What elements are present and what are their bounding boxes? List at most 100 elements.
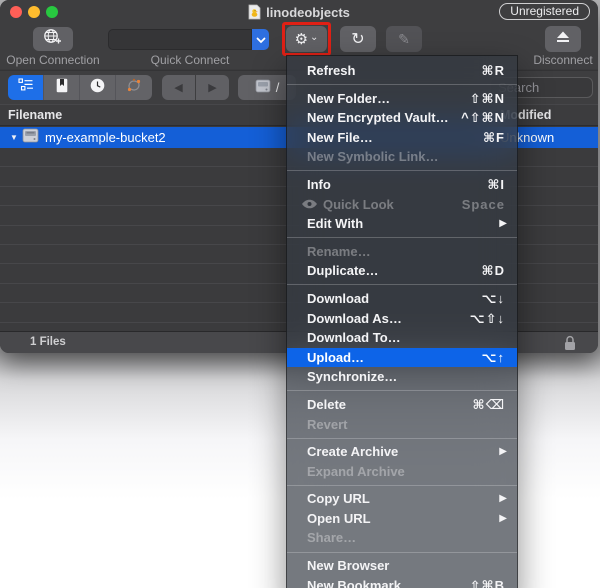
menu-item-shortcut: ⌥↓ xyxy=(481,290,505,306)
clock-icon xyxy=(90,78,105,98)
action-gear-button[interactable]: ⚙ ⌄ xyxy=(286,26,327,52)
menu-item-shortcut: ⌥↑ xyxy=(481,349,505,365)
globe-plus-icon xyxy=(42,28,64,50)
menu-separator xyxy=(287,390,517,392)
menu-item-share: Share… xyxy=(287,528,517,548)
menu-item-copy-url[interactable]: Copy URL ▶ xyxy=(287,489,517,509)
menu-item-quick-look: Quick Look Space xyxy=(287,195,517,215)
menu-item-label: Duplicate… xyxy=(307,263,379,279)
bonjour-segment[interactable] xyxy=(116,75,152,100)
menu-separator xyxy=(287,484,517,486)
menu-item-download-as[interactable]: Download As… ⌥⇧↓ xyxy=(287,309,517,329)
refresh-button[interactable]: ↻ xyxy=(340,26,376,52)
menu-item-delete[interactable]: Delete ⌘⌫ xyxy=(287,395,517,415)
menu-separator xyxy=(287,284,517,286)
menu-item-label: Delete xyxy=(307,396,347,412)
menu-item-edit-with[interactable]: Edit With ▶ xyxy=(287,214,517,234)
menu-item-label: Share… xyxy=(307,530,357,546)
menu-item-refresh[interactable]: Refresh ⌘R xyxy=(287,61,517,81)
menu-item-label: New Browser xyxy=(307,558,390,574)
edit-button[interactable]: ✎ xyxy=(386,26,422,52)
menu-separator xyxy=(287,437,517,439)
eject-icon xyxy=(554,30,572,49)
menu-item-label: New Encrypted Vault… xyxy=(307,110,449,126)
bookmarks-segment[interactable] xyxy=(44,75,80,100)
menu-separator xyxy=(287,551,517,553)
bonjour-sync-icon xyxy=(126,78,142,98)
disconnect-button[interactable] xyxy=(545,26,581,52)
bucket-drive-icon xyxy=(22,128,39,148)
history-segment[interactable] xyxy=(80,75,116,100)
menu-item-label: New Symbolic Link… xyxy=(307,149,439,165)
title-bar: linodeobjects Unregistered xyxy=(0,0,598,24)
menu-item-revert: Revert xyxy=(287,415,517,435)
submenu-arrow-icon: ▶ xyxy=(499,218,507,230)
menu-separator xyxy=(287,84,517,86)
refresh-icon: ↻ xyxy=(351,31,365,48)
menu-item-label: Download As… xyxy=(307,310,402,326)
eye-icon xyxy=(301,199,318,209)
menu-item-label: Refresh xyxy=(307,63,356,78)
menu-separator xyxy=(287,237,517,239)
drive-icon xyxy=(255,79,271,96)
menu-item-new-browser[interactable]: New Browser xyxy=(287,556,517,576)
quick-connect-input[interactable] xyxy=(108,29,252,50)
view-segmented-control xyxy=(8,75,152,100)
menu-item-label: Rename… xyxy=(307,243,371,259)
menu-item-shortcut: ⌘R xyxy=(481,63,505,78)
menu-item-new-file[interactable]: New File… ⌘F xyxy=(287,128,517,148)
menu-item-new-folder[interactable]: New Folder… ⇧⌘N xyxy=(287,89,517,109)
menu-item-new-encrypted-vault[interactable]: New Encrypted Vault… ^⇧⌘N xyxy=(287,108,517,128)
disconnect-label: Disconnect xyxy=(533,53,593,67)
menu-item-shortcut: ⌘I xyxy=(487,176,505,192)
back-button[interactable]: ◀ xyxy=(162,75,195,100)
menu-item-info[interactable]: Info ⌘I xyxy=(287,175,517,195)
bucket-name: my-example-bucket2 xyxy=(45,130,166,145)
menu-item-open-url[interactable]: Open URL ▶ xyxy=(287,509,517,529)
menu-item-new-bookmark[interactable]: New Bookmark ⇧⌘B xyxy=(287,576,517,588)
menu-item-create-archive[interactable]: Create Archive ▶ xyxy=(287,442,517,462)
unregistered-badge[interactable]: Unregistered xyxy=(499,3,590,20)
lock-icon xyxy=(563,335,577,353)
menu-item-duplicate[interactable]: Duplicate… ⌘D xyxy=(287,261,517,281)
menu-item-upload[interactable]: Upload… ⌥↑ xyxy=(287,347,517,368)
bookmark-icon xyxy=(56,78,68,98)
quick-connect-dropdown-button[interactable] xyxy=(252,29,269,50)
menu-item-label: Edit With xyxy=(307,216,364,232)
quick-connect-label: Quick Connect xyxy=(150,53,230,67)
menu-item-new-symbolic-link: New Symbolic Link… xyxy=(287,147,517,167)
menu-item-shortcut: ⇧⌘N xyxy=(469,90,505,106)
menu-item-expand-archive: Expand Archive xyxy=(287,462,517,482)
history-nav-group: ◀ ▶ xyxy=(162,75,229,100)
chevron-down-icon xyxy=(256,31,266,49)
menu-item-label: Quick Look xyxy=(323,196,394,212)
column-header-filename[interactable]: Filename xyxy=(8,108,62,122)
forward-button[interactable]: ▶ xyxy=(196,75,229,100)
menu-item-label: Create Archive xyxy=(307,444,399,460)
action-menu: Refresh ⌘R New Folder… ⇧⌘N New Encrypted Vau… xyxy=(286,55,518,588)
menu-item-label: Synchronize… xyxy=(307,369,398,385)
menu-item-label: New Bookmark xyxy=(307,577,401,588)
menu-item-synchronize[interactable]: Synchronize… xyxy=(287,367,517,387)
menu-item-download-to[interactable]: Download To… xyxy=(287,328,517,348)
menu-item-shortcut: ⌘F xyxy=(482,129,505,145)
menu-item-shortcut: ^⇧⌘N xyxy=(461,110,505,126)
menu-item-label: Expand Archive xyxy=(307,463,405,479)
menu-item-label: Revert xyxy=(307,416,348,432)
submenu-arrow-icon: ▶ xyxy=(499,446,507,458)
menu-item-label: New Folder… xyxy=(307,90,391,106)
path-label: / xyxy=(275,80,280,95)
menu-item-download[interactable]: Download ⌥↓ xyxy=(287,289,517,309)
menu-item-rename: Rename… xyxy=(287,242,517,262)
forward-arrow-icon: ▶ xyxy=(208,82,217,94)
disclosure-triangle-icon[interactable]: ▼ xyxy=(10,133,22,142)
outline-view-segment[interactable] xyxy=(8,75,44,100)
menu-item-shortcut: ⌘D xyxy=(481,263,505,279)
menu-item-shortcut: Space xyxy=(461,196,505,212)
menu-item-label: New File… xyxy=(307,129,373,145)
menu-item-label: Info xyxy=(307,176,331,192)
document-duck-icon xyxy=(248,4,261,20)
window-title: linodeobjects xyxy=(266,4,350,20)
open-connection-button[interactable] xyxy=(33,27,73,51)
menu-separator xyxy=(287,170,517,172)
